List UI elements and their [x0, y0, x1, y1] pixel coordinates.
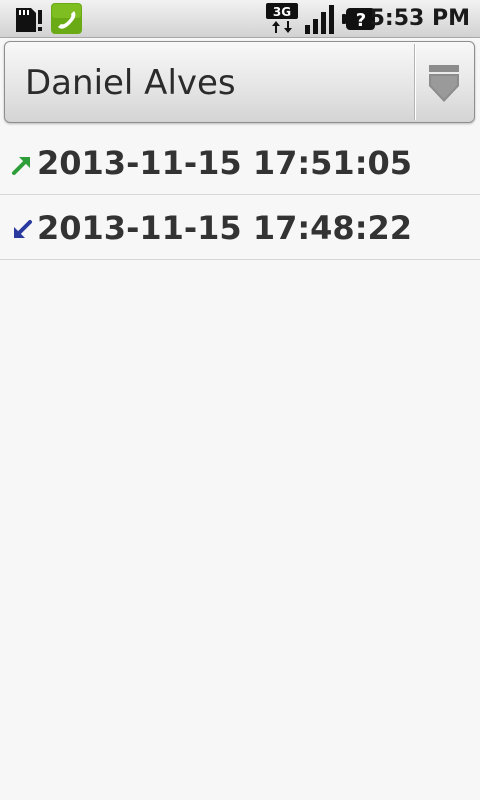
3g-network-icon: 3G: [266, 3, 298, 33]
call-log-list: 2013-11-15 17:51:05 2013-11-15 17:48:22: [0, 130, 480, 260]
spinner-divider: [414, 44, 416, 120]
battery-glyph: ?: [356, 10, 366, 31]
dropdown-arrow-icon[interactable]: [428, 62, 460, 106]
status-bar: 3G ? 5:53 PM: [0, 0, 480, 38]
status-clock: 5:53 PM: [369, 6, 470, 31]
call-timestamp: 2013-11-15 17:48:22: [37, 209, 413, 247]
selected-contact-name: Daniel Alves: [25, 63, 236, 103]
incoming-call-icon: [14, 220, 32, 238]
call-log-row[interactable]: 2013-11-15 17:48:22: [0, 195, 480, 260]
call-timestamp: 2013-11-15 17:51:05: [37, 144, 413, 182]
call-log-row[interactable]: 2013-11-15 17:51:05: [0, 130, 480, 195]
outgoing-call-icon: [12, 157, 30, 175]
active-call-icon: [51, 3, 82, 34]
contact-selector-spinner[interactable]: Daniel Alves: [4, 41, 475, 123]
signal-strength-icon: [305, 5, 334, 34]
network-type-label: 3G: [273, 5, 291, 19]
sd-card-icon: [16, 8, 42, 32]
